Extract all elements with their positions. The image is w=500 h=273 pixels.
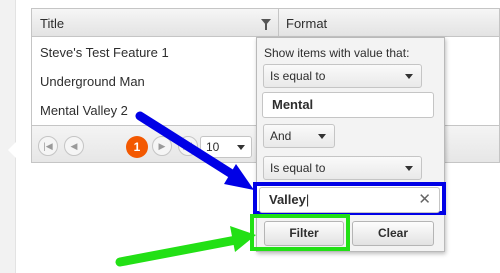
title-cell: Steve's Test Feature 1 [40,45,169,60]
clear-input-icon[interactable]: ✕ [418,188,431,212]
filter-popup: Show items with value that: Is equal to … [250,37,446,252]
chevron-down-icon [405,166,413,171]
prev-page-icon[interactable]: ◀ [64,136,84,156]
value2-text: Valley [269,192,306,207]
operator2-value: Is equal to [270,161,326,175]
current-page-button[interactable]: 1 [126,136,148,158]
value1-input[interactable]: Mental [262,92,434,118]
first-page-icon[interactable]: |◀ [38,136,58,156]
value2-input[interactable]: Valley| ✕ [259,187,440,213]
rail-notch [8,142,16,158]
title-cell: Mental Valley 2 [40,103,128,118]
filter-icon[interactable] [261,19,271,30]
page-size-value: 10 [206,140,220,154]
logic-select[interactable]: And [263,124,335,148]
filter-help-text: Show items with value that: [264,46,410,60]
clear-button[interactable]: Clear [352,221,434,246]
operator1-value: Is equal to [270,69,326,83]
operator1-select[interactable]: Is equal to [263,64,422,88]
chevron-down-icon [405,74,413,79]
filter-button[interactable]: Filter [264,221,344,246]
left-rail [0,0,16,273]
green-arrow-icon [115,226,256,267]
next-page-icon[interactable]: ▶ [152,136,172,156]
text-cursor: | [305,192,310,207]
value1-text: Mental [272,97,314,112]
page-size-select[interactable]: 10 [200,136,252,158]
column-divider [278,9,279,37]
last-page-icon[interactable]: ▶| [178,136,198,156]
blue-highlight-box: Valley| ✕ [253,182,446,215]
chevron-down-icon [318,134,326,139]
grid-header: Title Format [32,9,499,37]
chevron-down-icon [237,145,245,150]
title-cell: Underground Man [40,74,145,89]
operator2-select[interactable]: Is equal to [263,156,422,180]
logic-value: And [270,129,292,143]
column-header-format[interactable]: Format [286,16,327,31]
column-header-title[interactable]: Title [40,16,64,31]
